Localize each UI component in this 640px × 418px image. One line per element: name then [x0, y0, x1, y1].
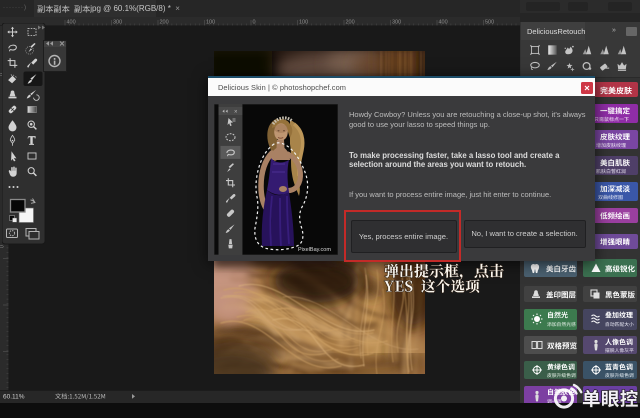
svg-text:×: × — [234, 110, 238, 116]
svg-text:200: 200 — [346, 20, 355, 26]
svg-text:300: 300 — [113, 20, 122, 26]
svg-text:0: 0 — [0, 245, 6, 248]
svg-text:100: 100 — [206, 20, 215, 26]
svg-text:60.11%: 60.11% — [3, 394, 25, 401]
svg-text:500: 500 — [485, 20, 494, 26]
svg-text:PixelBay.com: PixelBay.com — [298, 247, 331, 253]
svg-text:300: 300 — [392, 20, 401, 26]
svg-text:200: 200 — [160, 20, 169, 26]
svg-text:400: 400 — [439, 20, 448, 26]
svg-text:100: 100 — [299, 20, 308, 26]
svg-text:0: 0 — [253, 20, 256, 26]
svg-text:400: 400 — [67, 20, 76, 26]
